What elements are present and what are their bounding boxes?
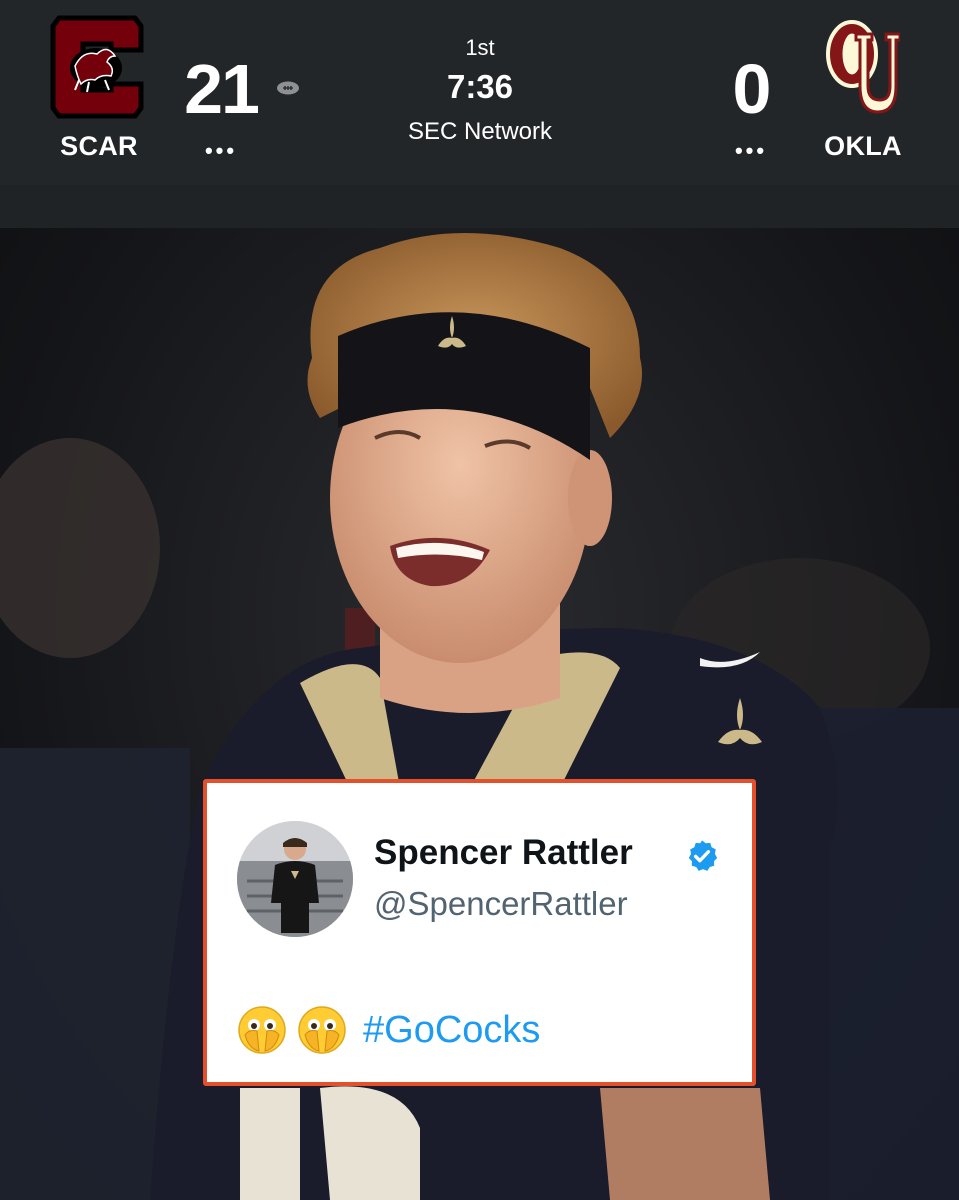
home-team-abbr: SCAR — [60, 131, 138, 161]
scoreboard[interactable]: SCAR 21 ••• 1st 7:36 SEC Network 0 ••• O… — [0, 0, 959, 185]
away-more-button[interactable]: ••• — [720, 138, 782, 164]
tweet-text: #GoCocks — [237, 1005, 540, 1055]
tweet-card[interactable]: Spencer Rattler @SpencerRattler #GoCocks — [203, 779, 756, 1086]
tweet-author-name[interactable]: Spencer Rattler — [374, 833, 633, 873]
away-team-score: 0 — [732, 50, 772, 128]
scoreboard-divider — [0, 185, 959, 228]
game-clock: 7:36 — [446, 68, 514, 105]
home-more-button[interactable]: ••• — [190, 138, 252, 164]
away-team-logo[interactable] — [822, 16, 900, 120]
face-with-open-eyes-and-hand-over-mouth-icon — [238, 1006, 286, 1054]
verified-badge-icon — [688, 840, 718, 871]
avatar[interactable] — [237, 821, 353, 937]
hashtag-link[interactable]: #GoCocks — [363, 1009, 540, 1052]
home-team-logo[interactable] — [49, 14, 145, 120]
face-with-open-eyes-and-hand-over-mouth-icon — [298, 1006, 346, 1054]
tweet-author-handle[interactable]: @SpencerRattler — [374, 885, 628, 923]
home-team-score: 21 — [184, 50, 260, 128]
football-icon — [277, 81, 299, 95]
away-team-abbr: OKLA — [824, 131, 902, 161]
game-period: 1st — [465, 35, 495, 60]
broadcast-network: SEC Network — [407, 118, 553, 145]
